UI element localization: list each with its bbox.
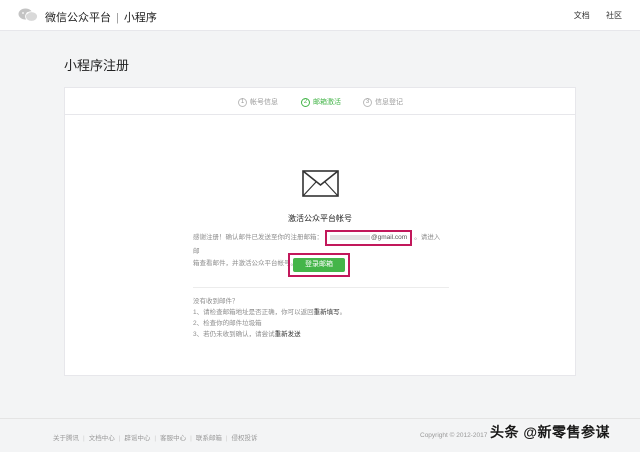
footer-link-docs[interactable]: 文档中心 bbox=[89, 435, 115, 442]
tip-item-2: 2、检查你的邮件垃圾箱 bbox=[193, 320, 262, 327]
brand-title[interactable]: 微信公众平台 | 小程序 bbox=[45, 9, 157, 25]
step-label: 帐号信息 bbox=[250, 99, 278, 106]
footer-link-email[interactable]: 联系邮箱 bbox=[196, 435, 222, 442]
page-title: 小程序注册 bbox=[64, 58, 130, 73]
step-label: 信息登记 bbox=[375, 99, 403, 106]
footer-link-rumor[interactable]: 辟谣中心 bbox=[124, 435, 150, 442]
wechat-logo-icon[interactable] bbox=[18, 8, 38, 22]
email-domain: @gmail.com bbox=[371, 234, 408, 241]
desc-line2: 箱查看邮件，并激活公众平台帐号。 bbox=[193, 260, 297, 267]
docs-link[interactable]: 文档 bbox=[574, 11, 590, 20]
tip-1-suffix: 。 bbox=[339, 309, 347, 316]
footer-links: 关于腾讯 | 文档中心 | 辟谣中心 | 客服中心 | 联系邮箱 | 侵权投诉 bbox=[53, 435, 258, 442]
resend-link[interactable]: 重新发送 bbox=[275, 331, 301, 338]
top-bar: 微信公众平台 | 小程序 文档 社区 bbox=[0, 0, 640, 31]
tip-item-1: 1、请检查邮箱地址是否正确，你可以返回重新填写。 bbox=[193, 307, 346, 318]
top-links: 文档 社区 bbox=[560, 10, 622, 21]
step-number: 1 bbox=[238, 97, 247, 107]
tip-item-3: 3、若仍未收到确认，请尝试重新发送 bbox=[193, 329, 346, 340]
brand-separator: | bbox=[116, 12, 119, 24]
registration-card: 1 帐号信息 2 邮箱激活 3 信息登记 激活公众平台帐号 感谢注册！确认邮件已… bbox=[64, 87, 576, 376]
community-link[interactable]: 社区 bbox=[606, 11, 622, 20]
masked-email-user bbox=[330, 234, 370, 240]
step-info-registration: 3 信息登记 bbox=[363, 97, 403, 107]
footer-link-about[interactable]: 关于腾讯 bbox=[53, 435, 79, 442]
footer-link-infringement[interactable]: 侵权投诉 bbox=[232, 435, 258, 442]
desc-prefix: 感谢注册！确认邮件已发送至你的注册邮箱： bbox=[193, 234, 323, 241]
activation-title: 激活公众平台帐号 bbox=[288, 214, 352, 223]
help-tips: 没有收到邮件？ 1、请检查邮箱地址是否正确，你可以返回重新填写。 2、检查你的邮… bbox=[193, 296, 346, 340]
tips-heading: 没有收到邮件？ bbox=[193, 298, 239, 305]
divider bbox=[193, 287, 449, 288]
step-label: 邮箱激活 bbox=[313, 99, 341, 106]
tip-3-text: 3、若仍未收到确认，请尝试 bbox=[193, 331, 275, 338]
envelope-icon bbox=[302, 170, 339, 197]
copyright: Copyright © 2012-2017 bbox=[420, 432, 488, 439]
login-button-highlight: 登录邮箱 bbox=[288, 253, 350, 277]
footer-link-service[interactable]: 客服中心 bbox=[160, 435, 186, 442]
step-email-activation: 2 邮箱激活 bbox=[301, 97, 341, 107]
brand-name: 微信公众平台 bbox=[45, 12, 111, 24]
step-account-info: 1 帐号信息 bbox=[238, 97, 278, 107]
product-name: 小程序 bbox=[123, 12, 157, 24]
refill-link[interactable]: 重新填写 bbox=[314, 309, 340, 316]
step-indicator: 1 帐号信息 2 邮箱激活 3 信息登记 bbox=[65, 88, 575, 115]
email-highlight: @gmail.com bbox=[325, 230, 413, 246]
tip-1-text: 1、请检查邮箱地址是否正确，你可以返回 bbox=[193, 309, 314, 316]
step-number: 3 bbox=[363, 97, 372, 107]
login-email-button[interactable]: 登录邮箱 bbox=[293, 258, 345, 272]
step-number: 2 bbox=[301, 97, 310, 107]
watermark: 头条 @新零售参谋 bbox=[490, 424, 611, 440]
